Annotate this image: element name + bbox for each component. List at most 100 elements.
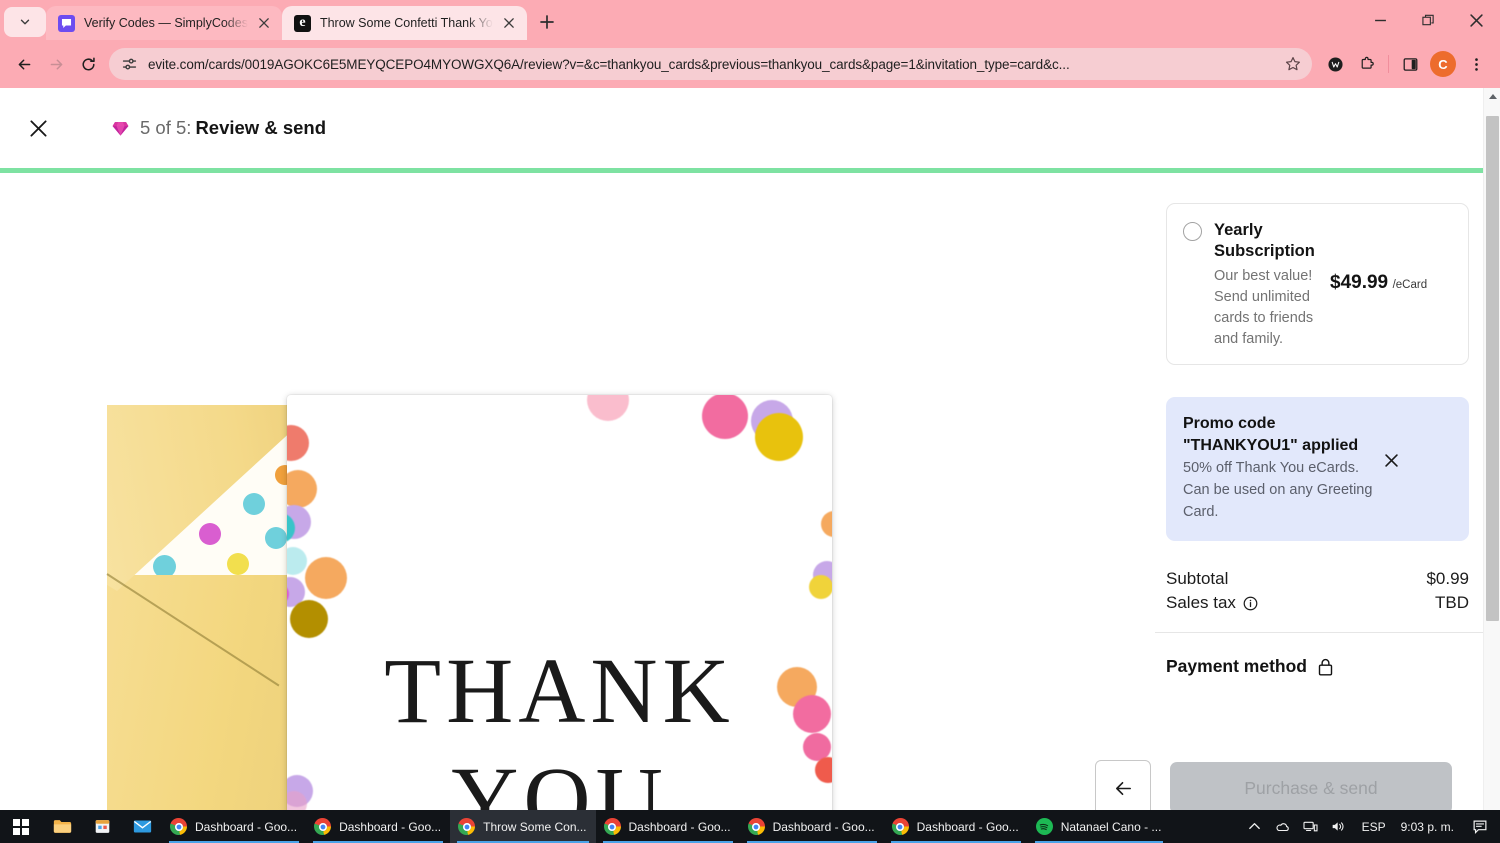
triangle-up-icon (1488, 94, 1497, 99)
back-arrow-icon (1115, 781, 1131, 795)
taskbar-item-dashboard-1[interactable]: Dashboard - Goo... (162, 810, 306, 843)
promo-description: 50% off Thank You eCards. Can be used on… (1183, 460, 1373, 520)
remove-promo-button[interactable] (1379, 449, 1403, 473)
ecard-graphic[interactable]: THANK YOU (287, 395, 832, 843)
tab-throw-some-confetti[interactable]: e Throw Some Confetti Thank You (281, 6, 527, 40)
new-tab-button[interactable] (533, 8, 561, 36)
subscription-price-wrap: $49.99 /eCard (1330, 220, 1427, 294)
envelope-graphic (106, 405, 307, 843)
network-icon (1303, 821, 1318, 832)
tab-strip: Verify Codes — SimplyCodes e Throw Some … (0, 0, 1500, 40)
reload-button[interactable] (72, 48, 104, 80)
file-explorer-icon (53, 820, 71, 833)
side-panel-button[interactable] (1394, 48, 1426, 80)
subscription-option[interactable]: Yearly Subscription Our best value! Send… (1166, 203, 1469, 365)
minimize-button[interactable] (1356, 3, 1404, 37)
forward-button[interactable] (40, 48, 72, 80)
show-hidden-icons-button[interactable] (1241, 810, 1269, 843)
taskbar-item-spotify[interactable]: Natanael Cano - ... (1028, 810, 1171, 843)
payment-method-header[interactable]: Payment method (1166, 656, 1469, 677)
notification-icon (1473, 820, 1487, 834)
three-dot-menu-icon (1474, 57, 1478, 71)
tab-search-button[interactable] (4, 7, 46, 37)
tab-title: Verify Codes — SimplyCodes (84, 16, 248, 30)
page-scrollbar-thumb[interactable] (1486, 116, 1499, 621)
summary-scroll-region: Yearly Subscription Our best value! Send… (1155, 203, 1487, 713)
back-step-button[interactable] (1095, 760, 1151, 816)
taskbar-item-dashboard-3[interactable]: Dashboard - Goo... (596, 810, 740, 843)
total-row: Sales tax TBD (1166, 591, 1469, 615)
card-preview: THANK YOU (0, 173, 1155, 843)
chrome-icon (747, 818, 765, 835)
microsoft-store-button[interactable] (82, 810, 122, 843)
extension-circle-button[interactable] (1319, 48, 1351, 80)
mail-icon (133, 820, 151, 833)
language-indicator[interactable]: ESP (1353, 820, 1395, 834)
chrome-menu-button[interactable] (1460, 48, 1492, 80)
extensions-button[interactable] (1351, 48, 1383, 80)
windows-start-button[interactable] (0, 810, 42, 843)
subscription-price-unit: /eCard (1392, 279, 1428, 291)
payment-method-label: Payment method (1166, 656, 1307, 677)
page-scrollbar[interactable] (1483, 88, 1500, 843)
onedrive-button[interactable] (1269, 810, 1297, 843)
page-scroll-up-button[interactable] (1484, 88, 1500, 105)
address-bar[interactable]: evite.com/cards/0019AGOKC6E5MEYQCEPO4MYO… (109, 48, 1312, 80)
window-controls (1356, 0, 1500, 40)
taskbar-clock[interactable]: 9:03 p. m. (1395, 820, 1464, 834)
file-explorer-button[interactable] (42, 810, 82, 843)
bookmark-button[interactable] (1278, 49, 1308, 79)
spotify-icon (1035, 818, 1053, 835)
taskbar-item-dashboard-5[interactable]: Dashboard - Goo... (884, 810, 1028, 843)
volume-button[interactable] (1325, 810, 1353, 843)
total-label: Subtotal (1166, 569, 1229, 589)
step-count: 5 of 5: (140, 117, 192, 138)
spotify-waves-icon (1039, 823, 1049, 830)
close-window-button[interactable] (1452, 3, 1500, 37)
windows-taskbar: Dashboard - Goo... Dashboard - Goo... Th… (0, 810, 1500, 843)
notifications-button[interactable] (1464, 810, 1496, 843)
close-icon (1469, 13, 1483, 27)
subscription-description: Our best value! Send unlimited cards to … (1214, 267, 1314, 347)
subscription-radio[interactable] (1183, 222, 1202, 241)
chrome-icon (458, 818, 476, 835)
back-button[interactable] (8, 48, 40, 80)
site-settings-icon[interactable] (121, 56, 138, 73)
taskbar-item-label: Natanael Cano - ... (1060, 819, 1162, 834)
chevron-down-icon (20, 19, 30, 25)
action-bar: Purchase & send (1095, 760, 1452, 816)
promo-banner: Promo code "THANKYOU1" applied 50% off T… (1166, 396, 1469, 542)
taskbar-item-throw-some-confetti[interactable]: Throw Some Con... (450, 810, 596, 843)
taskbar-item-dashboard-4[interactable]: Dashboard - Goo... (740, 810, 884, 843)
close-flow-button[interactable] (18, 108, 58, 148)
subscription-price: $49.99 (1330, 272, 1389, 293)
envelope-body (107, 575, 307, 843)
total-row: Subtotal $0.99 (1166, 567, 1469, 591)
remove-promo-icon (1384, 454, 1398, 468)
tab-close-button[interactable] (499, 13, 519, 33)
mail-button[interactable] (122, 810, 162, 843)
taskbar-item-label: Dashboard - Goo... (195, 819, 298, 834)
onedrive-icon (1276, 823, 1289, 832)
gem-icon (112, 121, 129, 136)
chrome-icon (170, 818, 187, 835)
subscription-name: Yearly Subscription (1214, 221, 1315, 261)
minimize-icon (1374, 19, 1386, 21)
taskbar-item-label: Dashboard - Goo... (628, 819, 731, 834)
total-value: $0.99 (1426, 569, 1469, 589)
maximize-restore-button[interactable] (1404, 3, 1452, 37)
info-icon[interactable] (1243, 596, 1258, 611)
tab-verify-codes[interactable]: Verify Codes — SimplyCodes (46, 6, 282, 40)
network-button[interactable] (1297, 810, 1325, 843)
tab-title: Throw Some Confetti Thank You (319, 16, 493, 30)
browser-window: Verify Codes — SimplyCodes e Throw Some … (0, 0, 1500, 843)
profile-avatar[interactable]: C (1430, 51, 1456, 77)
close-flow-icon (29, 119, 47, 137)
chrome-icon (603, 818, 621, 835)
tab-close-button[interactable] (254, 13, 274, 33)
total-value: TBD (1435, 593, 1469, 613)
taskbar-item-dashboard-2[interactable]: Dashboard - Goo... (306, 810, 450, 843)
content-area: THANK YOU Yearly Subscription Our best v… (0, 173, 1500, 843)
lock-icon (1318, 658, 1333, 676)
purchase-and-send-button[interactable]: Purchase & send (1170, 762, 1452, 814)
